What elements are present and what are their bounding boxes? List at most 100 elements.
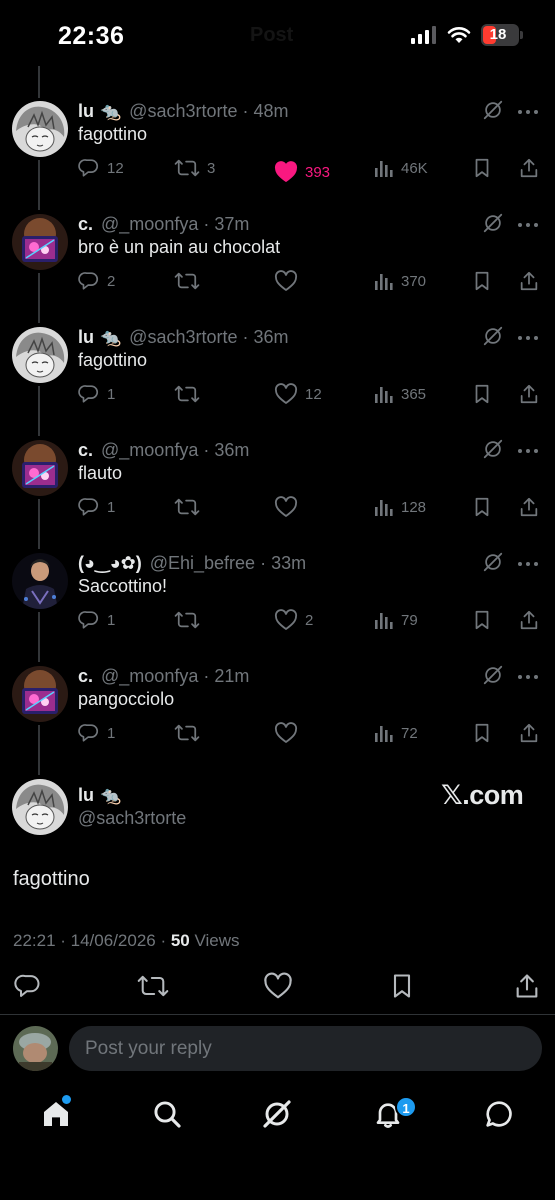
author-handle-time[interactable]: @sach3rtorte · 36m: [129, 327, 288, 348]
reply-tweet[interactable]: c. @_moonfya · 21m pangocciolo 1 72: [0, 664, 555, 777]
avatar[interactable]: [12, 327, 68, 383]
avatar[interactable]: [12, 214, 68, 270]
avatar[interactable]: [12, 101, 68, 157]
my-avatar[interactable]: [13, 1026, 58, 1071]
author-handle-time[interactable]: @_moonfya · 36m: [101, 440, 249, 461]
reply-tweet[interactable]: lu 🐀 @sach3rtorte · 36m fagottino 1 12 3…: [0, 325, 555, 438]
views-button[interactable]: 370: [374, 268, 426, 294]
like-button[interactable]: 2: [274, 607, 313, 633]
heart-icon: [274, 270, 298, 292]
reply-tweet[interactable]: lu 🐀 @sach3rtorte · 48m fagottino 12 3 3…: [0, 99, 555, 212]
bookmark-button[interactable]: [472, 381, 492, 407]
main-author-handle[interactable]: @sach3rtorte: [78, 808, 186, 829]
repost-icon: [174, 609, 200, 631]
more-options-icon[interactable]: [517, 335, 539, 341]
share-button[interactable]: [518, 494, 540, 520]
reply-button[interactable]: 12: [78, 155, 124, 181]
like-button[interactable]: 393: [274, 159, 330, 185]
bookmark-button[interactable]: [472, 607, 492, 633]
author-handle-time[interactable]: @Ehi_befree · 33m: [150, 553, 306, 574]
author-name[interactable]: c.: [78, 440, 93, 461]
reply-icon[interactable]: [14, 972, 42, 1000]
grok-icon[interactable]: [482, 551, 504, 573]
reply-text: bro è un pain au chocolat: [78, 237, 281, 257]
avatar[interactable]: [12, 779, 68, 835]
like-button[interactable]: [274, 720, 305, 746]
repost-icon: [174, 722, 200, 744]
messages-icon[interactable]: [483, 1098, 515, 1130]
reply-button[interactable]: 1: [78, 494, 115, 520]
grok-icon[interactable]: [482, 99, 504, 121]
search-icon[interactable]: [151, 1098, 183, 1130]
share-button[interactable]: [518, 268, 540, 294]
views-button[interactable]: 72: [374, 720, 418, 746]
reply-tweet[interactable]: c. @_moonfya · 36m flauto 1 128: [0, 438, 555, 551]
repost-icon[interactable]: [137, 972, 169, 1000]
more-options-icon[interactable]: [517, 674, 539, 680]
views-count: 128: [401, 498, 427, 516]
bottom-nav: [0, 1088, 555, 1148]
share-button[interactable]: [518, 155, 540, 181]
reply-button[interactable]: 1: [78, 607, 115, 633]
grok-icon[interactable]: [482, 438, 504, 460]
bookmark-icon: [472, 722, 492, 744]
bookmark-button[interactable]: [472, 720, 492, 746]
bookmark-icon[interactable]: [389, 972, 415, 1000]
views-chart-icon: [374, 610, 394, 630]
avatar[interactable]: [12, 440, 68, 496]
avatar[interactable]: [12, 666, 68, 722]
like-button[interactable]: 12: [274, 381, 322, 407]
views-count: 79: [401, 611, 418, 629]
share-icon[interactable]: [514, 972, 540, 1000]
grok-icon[interactable]: [482, 664, 504, 686]
reply-button[interactable]: 2: [78, 268, 115, 294]
repost-button[interactable]: [174, 720, 207, 746]
repost-button[interactable]: [174, 268, 207, 294]
author-name[interactable]: (◕‿◕✿): [78, 553, 142, 574]
views-chart-icon: [374, 384, 394, 404]
author-name[interactable]: lu: [78, 327, 94, 348]
bookmark-button[interactable]: [472, 155, 492, 181]
author-handle-time[interactable]: @_moonfya · 21m: [101, 666, 249, 687]
like-count: 393: [305, 163, 331, 181]
views-button[interactable]: 365: [374, 381, 426, 407]
bookmark-button[interactable]: [472, 268, 492, 294]
grok-icon[interactable]: [261, 1098, 293, 1130]
author-handle-time[interactable]: @sach3rtorte · 48m: [129, 101, 288, 122]
avatar[interactable]: [12, 553, 68, 609]
bookmark-button[interactable]: [472, 494, 492, 520]
reply-header: lu 🐀 @sach3rtorte · 36m: [78, 327, 475, 348]
share-icon: [518, 157, 540, 179]
reply-input[interactable]: [69, 1026, 542, 1071]
repost-button[interactable]: 3: [174, 155, 215, 181]
repost-button[interactable]: [174, 607, 207, 633]
more-options-icon[interactable]: [517, 561, 539, 567]
share-button[interactable]: [518, 720, 540, 746]
reply-button[interactable]: 1: [78, 381, 115, 407]
share-button[interactable]: [518, 607, 540, 633]
more-options-icon[interactable]: [517, 109, 539, 115]
author-handle-time[interactable]: @_moonfya · 37m: [101, 214, 249, 235]
views-button[interactable]: 128: [374, 494, 426, 520]
reply-tweet[interactable]: c. @_moonfya · 37m bro è un pain au choc…: [0, 212, 555, 325]
wifi-icon: [447, 26, 471, 44]
heart-icon[interactable]: [263, 972, 293, 1000]
like-button[interactable]: [274, 494, 305, 520]
author-name[interactable]: c.: [78, 666, 93, 687]
author-name[interactable]: c.: [78, 214, 93, 235]
like-button[interactable]: [274, 268, 305, 294]
grok-icon[interactable]: [482, 325, 504, 347]
author-name[interactable]: lu: [78, 101, 94, 122]
reply-button[interactable]: 1: [78, 720, 115, 746]
repost-button[interactable]: [174, 494, 207, 520]
reply-icon: [78, 609, 100, 631]
views-button[interactable]: 46K: [374, 155, 428, 181]
share-button[interactable]: [518, 381, 540, 407]
views-button[interactable]: 79: [374, 607, 418, 633]
grok-icon[interactable]: [482, 212, 504, 234]
reply-tweet[interactable]: (◕‿◕✿) @Ehi_befree · 33m Saccottino! 1 2…: [0, 551, 555, 664]
main-author[interactable]: lu 🐀: [78, 785, 121, 806]
more-options-icon[interactable]: [517, 448, 539, 454]
repost-button[interactable]: [174, 381, 207, 407]
more-options-icon[interactable]: [517, 222, 539, 228]
